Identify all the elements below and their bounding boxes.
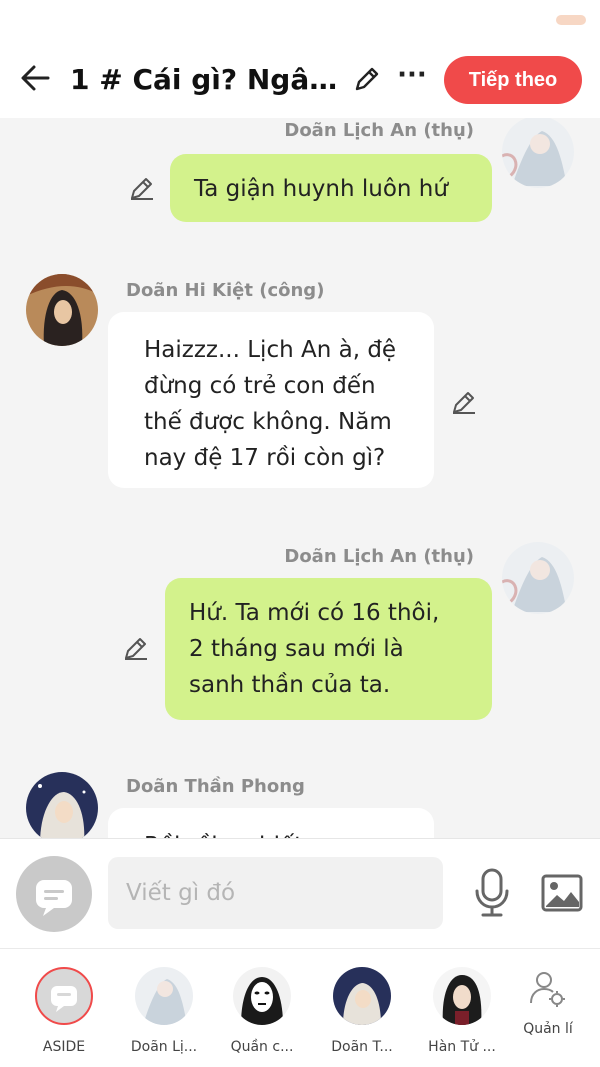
character-label: Quản lí [523, 1021, 573, 1037]
message-text: Ta giận huynh luôn hứ [194, 176, 448, 202]
manage-user-gear-icon [528, 969, 568, 1009]
message-sender: Doãn Lịch An (thụ) [284, 546, 474, 567]
character-quan-chung[interactable]: Quần c... [222, 967, 302, 1055]
next-button[interactable]: Tiếp theo [444, 56, 582, 104]
aside-avatar [35, 967, 93, 1025]
avatar[interactable] [26, 772, 98, 838]
message-bubble[interactable]: Rồi rồi ca biết [108, 808, 434, 838]
message-line: Rồi rồi ca biết [144, 828, 398, 838]
character-han-tu[interactable]: Hàn Tử ... [422, 967, 502, 1055]
chat-area: Doãn Lịch An (thụ) Ta giận huynh luôn hứ… [0, 118, 600, 838]
edit-message-icon[interactable] [450, 388, 478, 416]
message-sender: Doãn Lịch An (thụ) [284, 120, 474, 141]
character-bar: ASIDE Doãn Lị... Quần c... Doãn T... Hàn… [0, 948, 600, 1067]
character-doan-than-phong[interactable]: Doãn T... [322, 967, 402, 1055]
message-bubble[interactable]: Hứ. Ta mới có 16 thôi, 2 tháng sau mới l… [165, 578, 492, 720]
character-doan-lich-an[interactable]: Doãn Lị... [124, 967, 204, 1055]
image-icon[interactable] [540, 871, 584, 915]
microphone-icon[interactable] [472, 867, 512, 919]
message-line: sanh thần của ta. [189, 672, 391, 698]
avatar [333, 967, 391, 1025]
manage-characters-button[interactable]: Quản lí [508, 969, 588, 1037]
message-composer [0, 838, 600, 948]
avatar [233, 967, 291, 1025]
chapter-title: 1 # Cái gì? Ngâ... [70, 63, 340, 96]
avatar [135, 967, 193, 1025]
message-line: Haizzz... Lịch An à, đệ [144, 337, 397, 363]
avatar[interactable] [26, 274, 98, 346]
character-label: ASIDE [42, 1039, 86, 1055]
character-label: Doãn Lị... [130, 1039, 198, 1055]
message-line: đừng có trẻ con đến [144, 373, 376, 399]
edit-message-icon[interactable] [128, 174, 156, 202]
character-label: Hàn Tử ... [428, 1039, 496, 1055]
avatar[interactable] [502, 118, 574, 188]
character-aside[interactable]: ASIDE [24, 967, 104, 1055]
back-arrow-icon[interactable] [18, 60, 54, 96]
message-line: 2 tháng sau mới là [189, 636, 404, 662]
message-line: nay đệ 17 rồi còn gì? [144, 445, 386, 471]
message-bubble[interactable]: Haizzz... Lịch An à, đệ đừng có trẻ con … [108, 312, 434, 488]
avatar [433, 967, 491, 1025]
chat-bubble-icon[interactable] [16, 856, 92, 932]
top-bar: 1 # Cái gì? Ngâ... ··· Tiếp theo [0, 0, 600, 118]
message-bubble[interactable]: Ta giận huynh luôn hứ [170, 154, 492, 222]
edit-pencil-icon[interactable] [352, 64, 382, 94]
character-label: Doãn T... [331, 1039, 393, 1055]
status-indicator [556, 15, 586, 25]
message-sender: Doãn Thần Phong [126, 776, 305, 797]
message-sender: Doãn Hi Kiệt (công) [126, 280, 325, 301]
more-options-icon[interactable]: ··· [396, 62, 428, 92]
edit-message-icon[interactable] [122, 634, 150, 662]
character-label: Quần c... [230, 1039, 294, 1055]
avatar[interactable] [502, 542, 574, 614]
message-line: thế được không. Năm [144, 409, 392, 435]
message-input[interactable] [108, 857, 443, 929]
message-line: Hứ. Ta mới có 16 thôi, [189, 600, 440, 626]
